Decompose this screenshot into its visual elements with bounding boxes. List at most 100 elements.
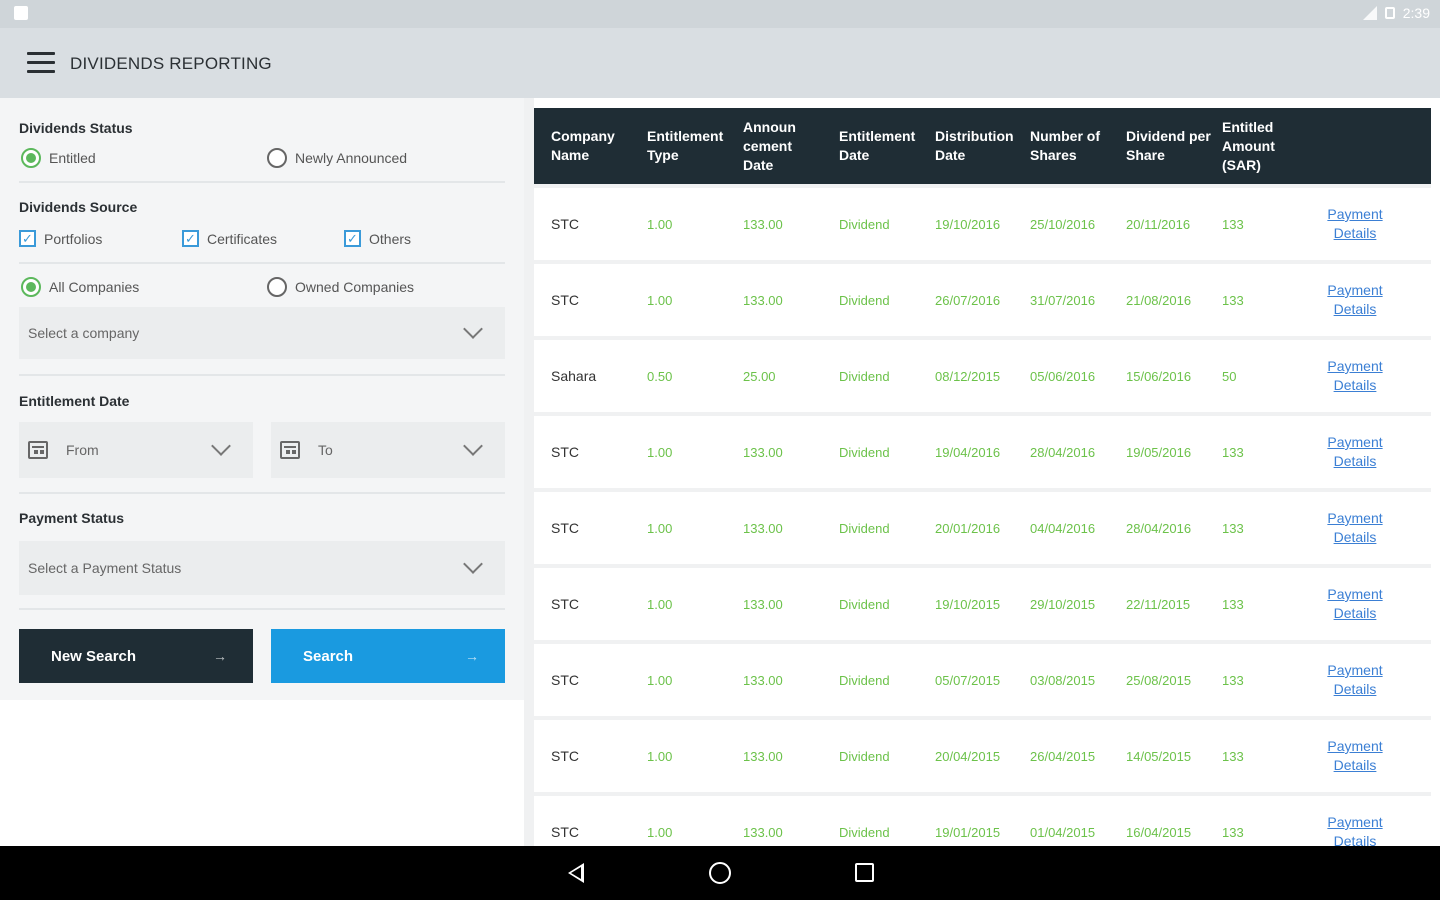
cell-entitled-amount: 133 [1222,672,1244,688]
checkbox-label: Portfolios [44,230,103,247]
cell-company: STC [551,520,579,536]
cell-announcement-date: 25.00 [743,368,776,384]
cell-number-of-shares: 03/08/2015 [1030,672,1096,688]
cell-distribution-date: 05/07/2015 [935,672,1001,688]
from-date-picker[interactable]: From [19,422,253,478]
cell-distribution-date: 20/01/2016 [935,520,1001,536]
cell-entitlement-date: Dividend [839,368,890,384]
col-distribution-date: Distribution Date [935,128,1014,163]
payment-details-link[interactable]: Payment Details [1314,644,1396,716]
payment-status-placeholder: Select a Payment Status [28,560,182,576]
payment-details-link[interactable]: Payment Details [1314,340,1396,412]
cell-entitled-amount: 133 [1222,292,1244,308]
chevron-down-icon [463,319,483,339]
back-icon[interactable] [568,863,584,883]
table-row: STC 1.00 133.00 Dividend 05/07/2015 03/08/201… [534,644,1431,716]
to-date-picker[interactable]: To [271,422,505,478]
cell-dividend-per-share: 22/11/2015 [1126,596,1191,612]
chevron-down-icon [211,436,231,456]
cell-distribution-date: 19/10/2015 [935,596,1001,612]
cell-company: STC [551,444,579,460]
payment-details-line1: Payment [1327,206,1383,222]
left-panel-empty-area [0,700,524,846]
cell-dividend-per-share: 25/08/2015 [1126,672,1192,688]
cell-dividend-per-share: 14/05/2015 [1126,748,1192,764]
payment-details-link[interactable]: Payment Details [1314,568,1396,640]
divider [19,262,505,264]
payment-details-link[interactable]: Payment Details [1314,264,1396,336]
cell-announcement-date: 133.00 [743,444,783,460]
cell-number-of-shares: 26/04/2015 [1030,748,1096,764]
table-row: STC 1.00 133.00 Dividend 19/01/2015 01/04/201… [534,796,1431,846]
payment-details-link[interactable]: Payment Details [1314,416,1396,488]
cell-company: Sahara [551,368,597,384]
cell-company: STC [551,824,579,840]
divider [19,492,505,494]
search-button[interactable]: Search → [271,629,505,683]
cell-company: STC [551,216,579,232]
company-select[interactable]: Select a company [19,307,505,359]
payment-details-link[interactable]: Payment Details [1314,720,1396,792]
col-announcement-date: Announ cement Date [743,118,796,173]
cell-entitlement-date: Dividend [839,292,890,308]
cell-dividend-per-share: 20/11/2016 [1126,216,1191,232]
radio-selected-icon [21,277,41,297]
status-time: 2:39 [1402,5,1430,21]
dividends-table[interactable]: Company Name Entitlement Type Announ cem… [534,108,1431,846]
payment-status-select[interactable]: Select a Payment Status [19,541,505,595]
dividends-status-title: Dividends Status [19,120,133,136]
cell-number-of-shares: 01/04/2015 [1030,824,1096,840]
checkbox-label: Certificates [207,230,278,247]
cell-entitlement-type: 0.50 [647,368,673,384]
cell-entitlement-date: Dividend [839,824,890,840]
new-search-label: New Search [51,647,137,665]
payment-details-line2: Details [1333,605,1377,621]
payment-details-line1: Payment [1327,586,1383,602]
cell-entitled-amount: 133 [1222,444,1244,460]
radio-label: Newly Announced [295,150,408,166]
col-entitled-amount: Entitled Amount (SAR) [1222,118,1275,173]
cell-entitlement-type: 1.00 [647,748,673,764]
payment-details-line2: Details [1333,833,1377,846]
cell-announcement-date: 133.00 [743,520,783,536]
menu-icon[interactable] [27,52,55,74]
to-date-placeholder: To [318,442,333,458]
cell-entitlement-date: Dividend [839,672,890,688]
payment-details-link[interactable]: Payment Details [1314,188,1396,260]
table-row: STC 1.00 133.00 Dividend 26/07/2016 31/07/201… [534,264,1431,336]
cell-dividend-per-share: 21/08/2016 [1126,292,1192,308]
dividends-source-title: Dividends Source [19,199,138,215]
radio-label: Owned Companies [295,279,415,295]
cell-entitlement-type: 1.00 [647,520,673,536]
cell-number-of-shares: 04/04/2016 [1030,520,1096,536]
app-bar: DIVIDENDS REPORTING [0,28,1440,98]
checkbox-certificates[interactable]: ✓ Certificates [182,230,277,247]
col-entitlement-type: Entitlement Type [647,128,724,163]
table-row: STC 1.00 133.00 Dividend 19/10/2015 29/10/201… [534,568,1431,640]
cell-entitlement-date: Dividend [839,444,890,460]
recent-apps-icon[interactable] [855,863,874,882]
payment-details-link[interactable]: Payment Details [1314,796,1396,846]
radio-entitled[interactable]: Entitled [21,148,96,168]
calendar-icon [28,441,48,459]
home-icon[interactable] [709,862,731,884]
cell-entitlement-type: 1.00 [647,672,673,688]
cell-number-of-shares: 05/06/2016 [1030,368,1096,384]
checkbox-others[interactable]: ✓ Others [344,230,411,247]
cell-entitlement-date: Dividend [839,216,890,232]
cell-dividend-per-share: 19/05/2016 [1126,444,1192,460]
payment-details-line2: Details [1333,681,1377,697]
battery-icon [1384,7,1395,19]
radio-newly-announced[interactable]: Newly Announced [267,148,407,168]
payment-details-link[interactable]: Payment Details [1314,492,1396,564]
new-search-button[interactable]: New Search → [19,629,253,683]
radio-all-companies[interactable]: All Companies [21,277,139,297]
col-number-of-shares: Number of Shares [1030,128,1100,163]
radio-owned-companies[interactable]: Owned Companies [267,277,414,297]
cell-entitled-amount: 133 [1222,748,1244,764]
cell-entitlement-date: Dividend [839,748,890,764]
checkbox-portfolios[interactable]: ✓ Portfolios [19,230,102,247]
divider [19,374,505,376]
cell-dividend-per-share: 15/06/2016 [1126,368,1192,384]
table-row: STC 1.00 133.00 Dividend 19/04/2016 28/04/201… [534,416,1431,488]
